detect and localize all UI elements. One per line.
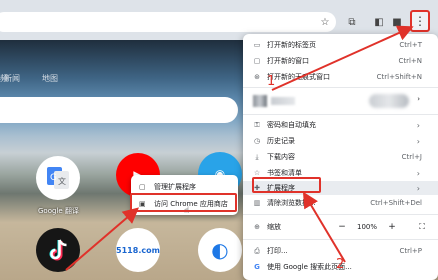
chevron-right-icon: › bbox=[416, 136, 420, 146]
menu-item-label: 下载内容 bbox=[267, 153, 295, 161]
new-tab-icon: ▭ bbox=[253, 41, 261, 49]
menu-shortcut: Ctrl+Shift+N bbox=[376, 73, 422, 81]
c-logo-shortcut[interactable]: ◐ bbox=[198, 228, 242, 272]
puzzle-icon[interactable]: ⧉ bbox=[344, 14, 360, 30]
menu-shortcut: Ctrl+P bbox=[399, 247, 422, 255]
c-logo-icon: ◐ bbox=[211, 238, 229, 262]
chevron-right-icon: › bbox=[416, 168, 420, 178]
chrome-main-menu: ▭ 打开新的标签页 Ctrl+T ▢ 打开新的窗口 Ctrl+N ⊛ 打开新的无… bbox=[243, 34, 438, 280]
profile-badge-blurred bbox=[369, 94, 409, 108]
profile-avatar-blurred bbox=[253, 95, 267, 107]
menu-item-bookmarks[interactable]: ☆ 书签和清单 › bbox=[243, 166, 438, 180]
menu-item-label: 打开新的标签页 bbox=[267, 41, 316, 49]
menu-item-label: 密码和自动填充 bbox=[267, 121, 316, 129]
profile-name-blurred bbox=[271, 97, 295, 105]
menu-item-print[interactable]: ⎙ 打印... Ctrl+P bbox=[243, 244, 438, 258]
menu-item-new-tab[interactable]: ▭ 打开新的标签页 Ctrl+T bbox=[243, 38, 438, 52]
manage-extensions-icon: ▢ bbox=[139, 183, 146, 191]
profile-avatar[interactable]: ■ bbox=[389, 14, 405, 30]
menu-item-label: 清除浏览数据... bbox=[267, 199, 316, 207]
print-icon: ⎙ bbox=[254, 246, 260, 255]
menu-shortcut: Ctrl+N bbox=[398, 57, 422, 65]
mouse-cursor-icon: ☝ bbox=[184, 206, 190, 216]
menu-divider bbox=[243, 214, 438, 215]
menu-item-label: 书签和清单 bbox=[267, 169, 302, 177]
kebab-icon[interactable]: ⋮ bbox=[410, 10, 430, 32]
menu-item-label: 打印... bbox=[267, 247, 288, 255]
shortcut-label: Google 翻译 bbox=[38, 207, 79, 215]
ntp-link-maps[interactable]: 地图 bbox=[42, 73, 58, 84]
menu-item-label: 打开新的窗口 bbox=[267, 57, 309, 65]
google-g-icon: G bbox=[254, 263, 260, 271]
chevron-right-icon: › bbox=[417, 95, 420, 103]
zoom-label: 缩放 bbox=[267, 223, 281, 231]
menu-item-label: 打开新的无痕式窗口 bbox=[267, 73, 330, 81]
zoom-icon: ⊕ bbox=[254, 223, 260, 231]
menu-item-label: 扩展程序 bbox=[267, 184, 295, 192]
submenu-item-label: 管理扩展程序 bbox=[154, 183, 196, 191]
5118-shortcut[interactable]: 5118.com bbox=[116, 228, 160, 272]
svg-text:G: G bbox=[50, 173, 57, 183]
download-icon: ⤓ bbox=[255, 152, 259, 161]
new-window-icon: ▢ bbox=[253, 57, 261, 65]
incognito-icon: ⊛ bbox=[254, 73, 260, 81]
bookmarks-icon: ☆ bbox=[253, 169, 261, 177]
tiktok-shortcut[interactable] bbox=[36, 228, 80, 272]
5118-logo-icon: 5118.com bbox=[116, 245, 160, 255]
fullscreen-icon[interactable]: ⛶ bbox=[415, 221, 429, 233]
menu-item-history[interactable]: ◷ 历史记录 › bbox=[243, 134, 438, 148]
step-number-1: 1 bbox=[267, 74, 276, 89]
google-translate-shortcut[interactable]: G 文 bbox=[36, 156, 80, 200]
profile-row[interactable]: › bbox=[243, 90, 438, 112]
menu-item-passwords[interactable]: ⚿ 密码和自动填充 › bbox=[243, 118, 438, 132]
menu-item-downloads[interactable]: ⤓ 下载内容 Ctrl+J bbox=[243, 150, 438, 164]
chevron-right-icon: › bbox=[416, 120, 420, 130]
step-number-2: 2 bbox=[336, 257, 345, 272]
menu-item-zoom: ⊕ 缩放 − 100% + ⛶ bbox=[243, 220, 438, 234]
trash-icon: ▥ bbox=[253, 199, 261, 207]
menu-item-label: 历史记录 bbox=[267, 137, 295, 145]
menu-divider bbox=[243, 114, 438, 115]
chevron-right-icon: › bbox=[416, 183, 420, 193]
menu-item-clear-data[interactable]: ▥ 清除浏览数据... Ctrl+Shift+Del bbox=[243, 196, 438, 210]
zoom-out-button[interactable]: − bbox=[335, 221, 349, 233]
ntp-search-box[interactable] bbox=[0, 97, 238, 123]
menu-shortcut: Ctrl+T bbox=[399, 41, 422, 49]
address-bar[interactable] bbox=[0, 12, 336, 32]
chrome-store-icon: ▣ bbox=[139, 200, 146, 208]
menu-item-extensions[interactable]: ✚ 扩展程序 › bbox=[243, 181, 438, 195]
ntp-link-images[interactable]: 新闻 bbox=[4, 73, 20, 84]
menu-item-new-window[interactable]: ▢ 打开新的窗口 Ctrl+N bbox=[243, 54, 438, 68]
key-icon: ⚿ bbox=[254, 120, 260, 129]
sidepanel-icon[interactable]: ◧ bbox=[371, 14, 387, 30]
history-icon: ◷ bbox=[253, 137, 261, 145]
zoom-in-button[interactable]: + bbox=[385, 221, 399, 233]
tiktok-icon bbox=[49, 239, 67, 261]
star-icon[interactable]: ☆ bbox=[317, 14, 333, 30]
submenu-item-label: 访问 Chrome 应用商店 bbox=[154, 200, 228, 208]
menu-divider bbox=[243, 239, 438, 240]
zoom-value: 100% bbox=[357, 223, 378, 231]
menu-shortcut: Ctrl+J bbox=[401, 153, 422, 161]
svg-text:文: 文 bbox=[58, 176, 66, 186]
submenu-item-manage-extensions[interactable]: ▢ 管理扩展程序 bbox=[131, 179, 238, 195]
google-translate-icon: G 文 bbox=[47, 167, 69, 189]
extension-icon: ✚ bbox=[254, 184, 260, 192]
menu-shortcut: Ctrl+Shift+Del bbox=[370, 199, 422, 207]
